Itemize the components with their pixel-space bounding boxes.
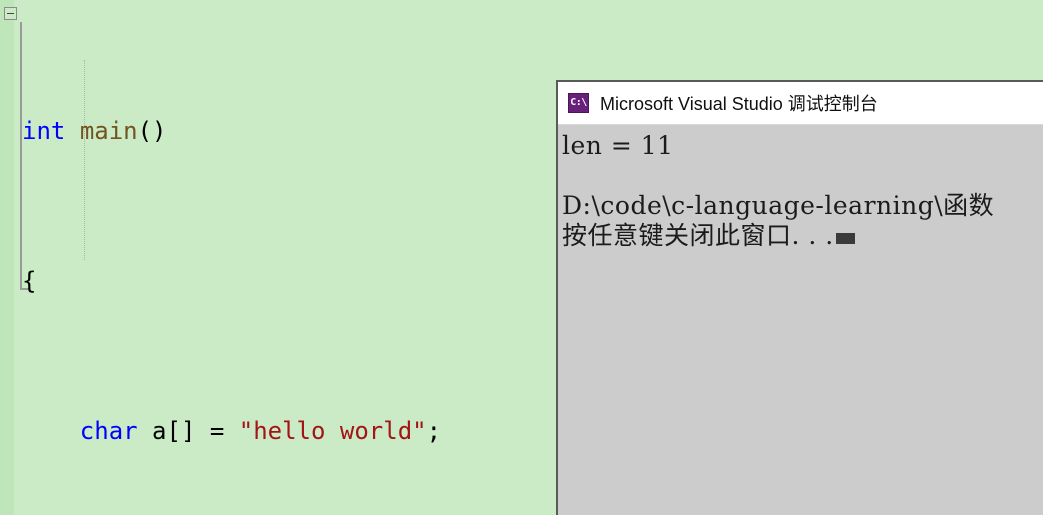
console-app-icon-label: C:\ xyxy=(570,97,587,108)
paren-empty: () xyxy=(137,116,167,145)
keyword-int: int xyxy=(22,116,66,145)
block-cursor xyxy=(835,233,855,244)
console-output-area[interactable]: len = 11 D:\code\c-language-learning\函数 … xyxy=(558,125,1043,515)
console-output-line-2-blank xyxy=(562,161,1043,191)
function-main: main xyxy=(79,116,138,145)
space-1 xyxy=(65,117,79,145)
debug-console-window[interactable]: C:\ Microsoft Visual Studio 调试控制台 len = … xyxy=(556,80,1043,515)
declarator-a: a[] = xyxy=(137,416,239,445)
brace-open: { xyxy=(22,266,37,295)
console-title-text: Microsoft Visual Studio 调试控制台 xyxy=(600,94,878,114)
console-app-icon: C:\ xyxy=(568,93,589,113)
console-title-bar[interactable]: C:\ Microsoft Visual Studio 调试控制台 xyxy=(558,82,1043,125)
console-output-line-4: 按任意键关闭此窗口. . . xyxy=(562,221,1043,251)
semicolon-3: ; xyxy=(426,416,442,445)
console-output-line-1: len = 11 xyxy=(562,131,674,160)
indent-3 xyxy=(22,417,80,445)
console-output-line-3: D:\code\c-language-learning\函数 xyxy=(562,191,995,220)
string-hello-world: "hello world" xyxy=(238,416,427,445)
console-output-line-4-text: 按任意键关闭此窗口. . . xyxy=(562,221,834,250)
screen: int main() { char a[] = "hello world"; i… xyxy=(0,0,1043,515)
keyword-char: char xyxy=(79,416,138,445)
